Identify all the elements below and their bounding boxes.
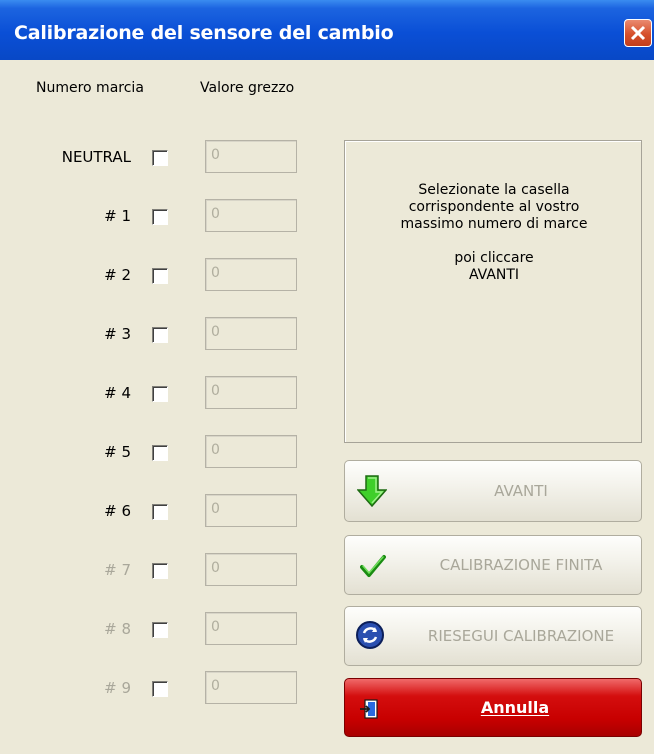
close-icon bbox=[630, 25, 646, 41]
gear-label: # 2 bbox=[104, 266, 131, 284]
gear-checkbox[interactable] bbox=[152, 504, 168, 520]
raw-value-text: 0 bbox=[211, 147, 220, 163]
raw-value-field: 0 bbox=[205, 671, 297, 704]
redo-calibration-button[interactable]: RIESEGUI CALIBRAZIONE bbox=[344, 606, 642, 666]
cancel-button-label: Annulla bbox=[480, 698, 550, 717]
raw-value-field: 0 bbox=[205, 553, 297, 586]
raw-value-text: 0 bbox=[211, 501, 220, 517]
raw-value-field: 0 bbox=[205, 435, 297, 468]
gear-label: # 1 bbox=[104, 207, 131, 225]
gear-number-header: Numero marcia bbox=[36, 80, 144, 96]
gear-label: # 8 bbox=[104, 620, 131, 638]
next-button[interactable]: AVANTI bbox=[344, 460, 642, 522]
raw-value-text: 0 bbox=[211, 678, 220, 694]
redo-button-label: RIESEGUI CALIBRAZIONE bbox=[427, 627, 615, 645]
checkmark-icon bbox=[360, 555, 386, 577]
gear-label: NEUTRAL bbox=[61, 148, 131, 166]
instruction-line: massimo numero di marce bbox=[400, 216, 588, 232]
calibration-dialog: Calibrazione del sensore del cambio Nume… bbox=[0, 0, 654, 754]
gear-checkbox bbox=[152, 622, 168, 638]
gear-checkbox[interactable] bbox=[152, 327, 168, 343]
raw-value-text: 0 bbox=[211, 560, 220, 576]
exit-door-icon bbox=[360, 699, 378, 719]
raw-value-field: 0 bbox=[205, 258, 297, 291]
gear-checkbox[interactable] bbox=[152, 445, 168, 461]
next-button-label: AVANTI bbox=[494, 482, 548, 500]
gear-label: # 3 bbox=[104, 325, 131, 343]
raw-value-text: 0 bbox=[211, 206, 220, 222]
raw-value-text: 0 bbox=[211, 383, 220, 399]
gear-label: # 4 bbox=[104, 384, 131, 402]
gear-label: # 9 bbox=[104, 679, 131, 697]
gear-checkbox bbox=[152, 681, 168, 697]
cancel-button[interactable]: Annulla bbox=[344, 678, 642, 737]
raw-value-field: 0 bbox=[205, 317, 297, 350]
gear-checkbox[interactable] bbox=[152, 268, 168, 284]
finish-calibration-button[interactable]: CALIBRAZIONE FINITA bbox=[344, 535, 642, 595]
finish-button-label: CALIBRAZIONE FINITA bbox=[439, 556, 603, 574]
title-bar: Calibrazione del sensore del cambio bbox=[0, 0, 654, 60]
instruction-line: Selezionate la casella bbox=[418, 182, 570, 198]
raw-value-text: 0 bbox=[211, 619, 220, 635]
window-title: Calibrazione del sensore del cambio bbox=[14, 22, 394, 44]
gear-label: # 5 bbox=[104, 443, 131, 461]
raw-value-field: 0 bbox=[205, 140, 297, 173]
raw-value-field: 0 bbox=[205, 376, 297, 409]
instructions-panel: Selezionate la casella corrispondente al… bbox=[344, 140, 642, 443]
gear-label: # 7 bbox=[104, 561, 131, 579]
gear-checkbox bbox=[152, 563, 168, 579]
instruction-line: AVANTI bbox=[468, 267, 520, 283]
gear-label: # 6 bbox=[104, 502, 131, 520]
gear-checkbox[interactable] bbox=[152, 386, 168, 402]
instruction-line: corrispondente al vostro bbox=[408, 199, 580, 215]
refresh-icon bbox=[356, 621, 384, 649]
raw-value-text: 0 bbox=[211, 265, 220, 281]
gear-checkbox[interactable] bbox=[152, 209, 168, 225]
raw-value-text: 0 bbox=[211, 324, 220, 340]
raw-value-field: 0 bbox=[205, 494, 297, 527]
raw-value-header: Valore grezzo bbox=[200, 80, 295, 96]
close-button[interactable] bbox=[624, 19, 652, 47]
instruction-line: poi cliccare bbox=[454, 250, 534, 266]
arrow-down-icon bbox=[357, 475, 387, 507]
raw-value-field: 0 bbox=[205, 612, 297, 645]
raw-value-text: 0 bbox=[211, 442, 220, 458]
gear-checkbox[interactable] bbox=[152, 150, 168, 166]
raw-value-field: 0 bbox=[205, 199, 297, 232]
